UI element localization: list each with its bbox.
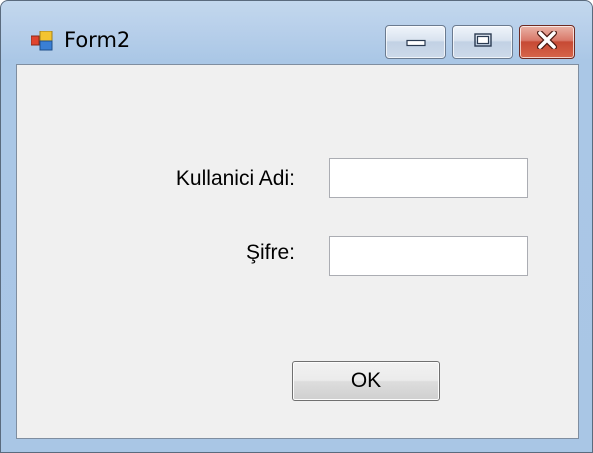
- minimize-button[interactable]: [385, 25, 446, 59]
- password-input[interactable]: [329, 236, 528, 276]
- maximize-icon: [473, 32, 493, 52]
- username-input[interactable]: [329, 158, 528, 198]
- close-icon: [536, 30, 558, 53]
- window-title: Form2: [64, 28, 131, 52]
- form-client-area: Kullanici Adi: Şifre: OK: [16, 64, 579, 439]
- title-bar[interactable]: Form2: [1, 1, 592, 65]
- username-label: Kullanici Adi:: [175, 167, 295, 190]
- form2-window: Form2 Kullanici Adi: Şifre: OK: [0, 0, 593, 453]
- password-label: Şifre:: [245, 241, 295, 264]
- ok-button[interactable]: OK: [292, 361, 440, 401]
- maximize-button[interactable]: [452, 25, 513, 59]
- close-button[interactable]: [519, 25, 575, 59]
- winforms-app-icon: [30, 30, 53, 51]
- minimize-icon: [405, 33, 426, 52]
- caption-buttons: [385, 25, 575, 59]
